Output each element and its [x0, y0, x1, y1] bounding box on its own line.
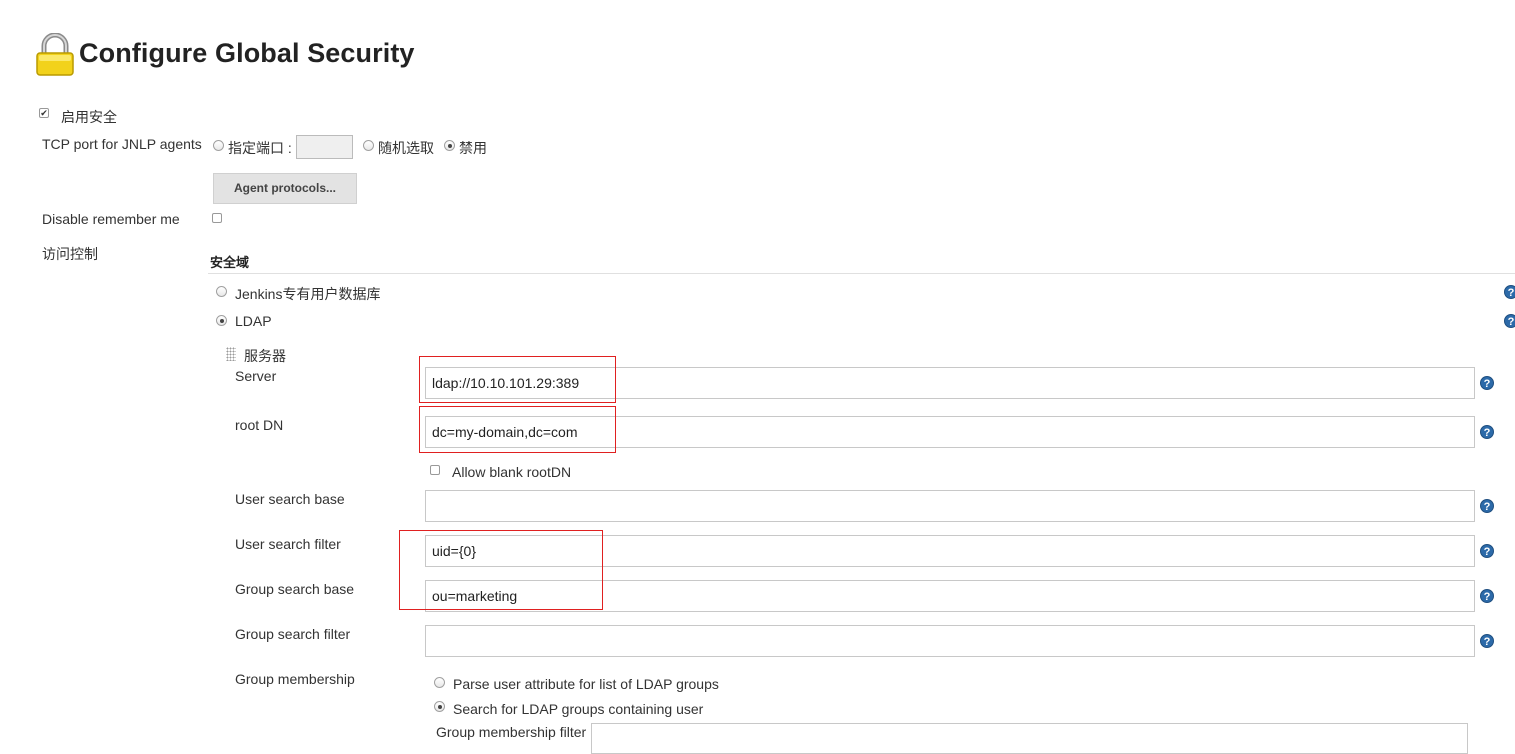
allow-blank-rootdn-label: Allow blank rootDN: [452, 464, 572, 480]
group-membership-filter-label: Group membership filter: [436, 724, 587, 740]
help-icon[interactable]: ?: [1480, 425, 1494, 439]
help-icon[interactable]: ?: [1480, 376, 1494, 390]
membership-parse-label: Parse user attribute for list of LDAP gr…: [453, 676, 719, 692]
group-membership-filter-field[interactable]: [591, 723, 1468, 754]
tcp-port-input[interactable]: [296, 135, 353, 159]
group-search-filter-field[interactable]: [425, 625, 1475, 657]
tcp-port-label: TCP port for JNLP agents: [42, 136, 202, 152]
lock-icon: [35, 32, 75, 77]
help-icon[interactable]: ?: [1480, 634, 1494, 648]
membership-search-radio[interactable]: [434, 701, 445, 712]
user-search-filter-label: User search filter: [235, 536, 341, 552]
user-search-base-label: User search base: [235, 491, 345, 507]
realm-jenkins-db-radio[interactable]: [216, 286, 227, 297]
tcp-fixed-radio[interactable]: [213, 140, 224, 151]
help-icon[interactable]: ?: [1504, 314, 1515, 328]
page-title: Configure Global Security: [79, 38, 415, 68]
highlight-box: [419, 406, 616, 453]
membership-search-label: Search for LDAP groups containing user: [453, 701, 704, 717]
realm-ldap-label: LDAP: [235, 313, 272, 329]
tcp-disabled-label: 禁用: [459, 140, 487, 156]
server-label: Server: [235, 368, 277, 384]
tcp-random-label: 随机选取: [378, 140, 434, 156]
drag-handle-icon[interactable]: [226, 347, 236, 361]
realm-jenkins-db-label: Jenkins专有用户数据库: [235, 286, 381, 302]
group-search-base-label: Group search base: [235, 581, 355, 597]
realm-ldap-radio[interactable]: [216, 315, 227, 326]
highlight-box: [419, 356, 616, 403]
tcp-random-radio[interactable]: [363, 140, 374, 151]
server-section-label: 服务器: [244, 348, 286, 364]
user-search-base-field[interactable]: [425, 490, 1475, 522]
group-search-filter-label: Group search filter: [235, 626, 351, 642]
membership-parse-radio[interactable]: [434, 677, 445, 688]
enable-security-label: 启用安全: [61, 109, 117, 125]
help-icon[interactable]: ?: [1480, 544, 1494, 558]
group-membership-label: Group membership: [235, 671, 355, 687]
root-dn-label: root DN: [235, 417, 284, 433]
allow-blank-rootdn-checkbox[interactable]: [430, 465, 440, 475]
help-icon[interactable]: ?: [1480, 499, 1494, 513]
disable-remember-checkbox[interactable]: [212, 213, 222, 223]
tcp-disabled-radio[interactable]: [444, 140, 455, 151]
enable-security-checkbox[interactable]: ✔: [39, 108, 49, 118]
help-icon[interactable]: ?: [1504, 285, 1515, 299]
disable-remember-label: Disable remember me: [42, 211, 180, 227]
help-icon[interactable]: ?: [1480, 589, 1494, 603]
tcp-fixed-label: 指定端口 :: [228, 140, 292, 156]
security-realm-heading: 安全域: [210, 255, 250, 270]
access-control-label: 访问控制: [42, 246, 98, 262]
agent-protocols-button[interactable]: Agent protocols...: [213, 173, 357, 204]
section-divider: [208, 273, 1515, 274]
highlight-box: [399, 530, 603, 610]
